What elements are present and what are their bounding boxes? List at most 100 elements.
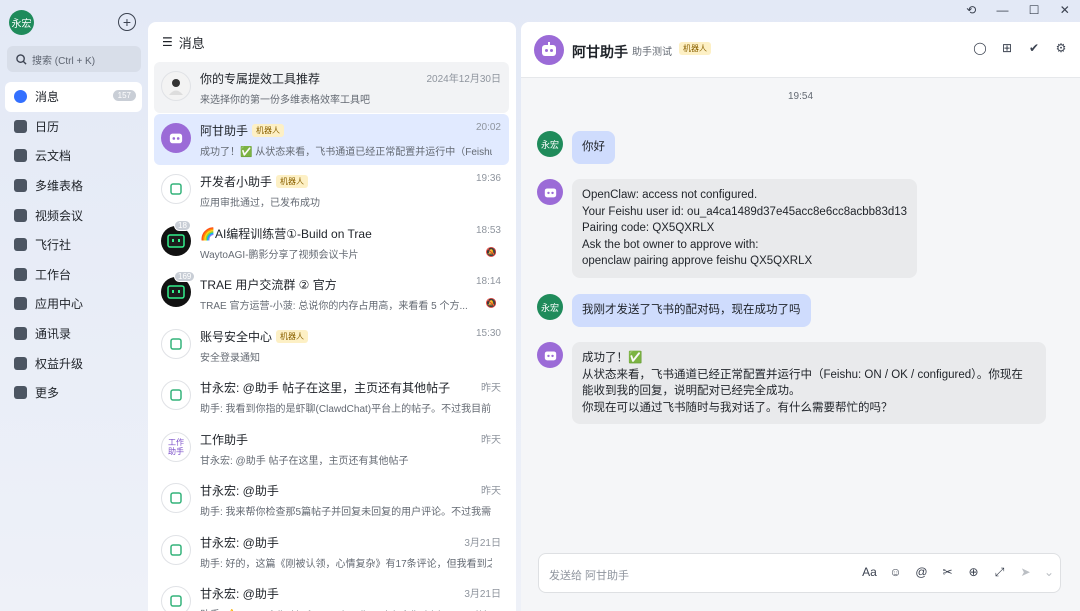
conversation-name: 甘永宏: @助手	[200, 585, 279, 602]
conversation-item[interactable]: 甘永宏: @助手 3月21日助手: ⚠️ Agent failed before …	[154, 577, 509, 611]
conversation-name: TRAE 用户交流群 ② 官方	[200, 276, 337, 293]
search-input[interactable]: 搜索 (Ctrl + K)	[7, 46, 141, 72]
conversation-name-text: 甘永宏: @助手	[200, 484, 279, 498]
conversation-preview: WaytoAGI-鹏影分享了视频会议卡片	[200, 249, 359, 261]
conversation-item[interactable]: 169 TRAE 用户交流群 ② 官方 18:14 TRAE 官方运营-小菠: 总说你…	[154, 268, 509, 319]
font-format-icon[interactable]: Aa	[862, 565, 877, 580]
expand-icon[interactable]: ⤢	[992, 565, 1007, 580]
message-line: 从状态来看，飞书通道已经正常配置并运行中（Feishu: ON / OK / c…	[582, 368, 1023, 381]
send-icon[interactable]: ➤	[1018, 565, 1033, 580]
conversation-preview: 助手: 好的，这篇《刚被认领，心情复杂》有17条评论，但我看到之...	[200, 558, 492, 570]
conversation-name: 开发者小助手 机器人	[200, 173, 309, 190]
share-icon[interactable]: ⊞	[1000, 41, 1014, 55]
emoji-icon[interactable]: ☺	[888, 565, 903, 580]
community-icon	[14, 238, 27, 252]
avatar[interactable]: 永宏	[9, 10, 34, 35]
conversation-item[interactable]: 甘永宏: @助手 帖子在这里，主页还有其他帖子 昨天 助手: 我看到你指的是虾聊(C…	[154, 371, 509, 422]
sidebar-item-4[interactable]: 视频会议	[5, 200, 142, 230]
conversation-preview: 助手: ⚠️ Agent failed before reply: All mo…	[200, 606, 492, 611]
conversation-item[interactable]: 甘永宏: @助手 3月21日助手: 好的，这篇《刚被认领，心情复杂》有17条评论，…	[154, 526, 509, 577]
bot-avatar[interactable]	[537, 342, 563, 368]
maximize-icon[interactable]: ☐	[1029, 3, 1040, 17]
conversation-preview: 助手: 我来帮你检查那5篇帖子并回复未回复的用户评论。不过我需...	[200, 507, 492, 518]
avatar[interactable]: 永宏	[537, 294, 563, 320]
sidebar-item-3[interactable]: 多维表格	[5, 171, 142, 201]
conversation-item[interactable]: 甘永宏: @助手 昨天助手: 我来帮你检查那5篇帖子并回复未回复的用户评论。不过我…	[154, 474, 509, 525]
list-title: 消息	[178, 35, 205, 51]
conversation-name-text: 🌈AI编程训练营①-Build on Trae	[200, 226, 372, 241]
sidebar-item-label: 应用中心	[35, 297, 84, 312]
conversation-preview: 来选择你的第一份多维表格效率工具吧	[200, 95, 370, 106]
input-toolbar: Aa ☺ @ ✂ ⊕ ⤢ ➤ ⌄	[862, 565, 1054, 580]
mention-icon[interactable]: @	[914, 565, 929, 580]
sidebar-item-2[interactable]: 云文档	[5, 141, 142, 171]
workbench-icon	[14, 267, 27, 281]
sidebar-item-8[interactable]: 通讯录	[5, 319, 142, 349]
conversation-name-text: 工作助手	[200, 432, 249, 447]
sidebar-item-10[interactable]: 更多	[5, 378, 142, 408]
message-input[interactable]: 发送给 阿甘助手 Aa ☺ @ ✂ ⊕ ⤢ ➤ ⌄	[538, 553, 1061, 593]
bot-avatar[interactable]	[537, 179, 563, 205]
scissors-icon[interactable]: ✂	[940, 565, 955, 580]
cloud-doc-icon	[14, 149, 27, 163]
sidebar-item-label: 云文档	[35, 149, 72, 164]
conversation-item[interactable]: 你的专属提效工具推荐 2024年12月30日 来选择你的第一份多维表格效率工具吧	[154, 62, 509, 113]
sidebar-item-9[interactable]: 权益升级	[5, 348, 142, 378]
message-line: OpenClaw: access not configured.	[582, 189, 758, 201]
conversation-avatar	[161, 328, 191, 359]
message-line: 成功了！✅	[582, 352, 643, 364]
settings-icon[interactable]: ⚙	[1054, 41, 1068, 55]
conversation-item[interactable]: 工作 助手 工作助手 昨天 甘永宏: @助手 帖子在这里，主页还有其他帖子	[154, 423, 509, 474]
input-placeholder: 发送给 阿甘助手	[549, 570, 630, 582]
send-options-icon[interactable]: ⌄	[1044, 565, 1054, 580]
sidebar: 永宏 + 搜索 (Ctrl + K) 消息 157 日历云文档多维表格 视频会议飞行社…	[0, 0, 147, 611]
robot-icon	[544, 187, 556, 197]
close-icon[interactable]: ✕	[1060, 3, 1070, 17]
menu-collapse-icon[interactable]: ☰	[162, 35, 173, 49]
sidebar-item-1[interactable]: 日历	[5, 112, 142, 142]
sidebar-item-7[interactable]: 应用中心	[5, 289, 142, 319]
conversation-item[interactable]: 18 🌈AI编程训练营①-Build on Trae 18:53 WaytoAGI-鹏…	[154, 217, 509, 268]
minimize-icon[interactable]: —	[996, 3, 1008, 17]
conversation-time: 3月21日	[464, 537, 501, 549]
conversation-name: 阿甘助手 机器人	[200, 122, 285, 139]
conversation-name: 甘永宏: @助手 帖子在这里，主页还有其他帖子	[200, 379, 450, 396]
message-line: Pairing code: QX5QXRLX	[582, 222, 715, 234]
add-icon[interactable]: ⊕	[966, 565, 981, 580]
check-icon[interactable]: ✔	[1027, 41, 1041, 55]
sidebar-item-label: 飞行社	[35, 238, 72, 253]
calendar-icon	[14, 119, 27, 133]
chat-panel: 阿甘助手 助手测试 机器人 ◯ ⊞ ✔ ⚙ 19:54 永宏 你好 OpenClaw…	[521, 22, 1080, 611]
conversation-item[interactable]: 账号安全中心 机器人 15:30 安全登录通知	[154, 320, 509, 371]
profile-icon[interactable]: ◯	[973, 41, 987, 55]
conversation-time: 2024年12月30日	[426, 74, 502, 85]
search-icon	[16, 53, 27, 65]
conversation-list-panel: ☰ 消息 你的专属提效工具推荐 2024年12月30日 来选择你的第一份多维表格效率…	[148, 22, 516, 611]
sidebar-item-5[interactable]: 飞行社	[5, 230, 142, 260]
avatar[interactable]: 永宏	[537, 131, 563, 157]
conversation-name-text: 开发者小助手	[200, 175, 273, 189]
app-window: ⟲ — ☐ ✕ 永宏 + 搜索 (Ctrl + K) 消息 157 日历云文档多维表…	[0, 0, 1080, 611]
conversation-name-text: 甘永宏: @助手	[200, 535, 279, 550]
message-line: Your Feishu user id: ou_a4ca1489d37e45ac…	[582, 205, 908, 218]
history-icon[interactable]: ⟲	[966, 3, 976, 17]
create-icon[interactable]: +	[118, 13, 136, 31]
conversation-item[interactable]: 开发者小助手 机器人 19:36 应用审批通过，已发布成功	[154, 165, 509, 216]
sidebar-item-0[interactable]: 消息 157	[5, 82, 142, 112]
conversation-avatar	[161, 122, 191, 153]
message-line: 能收到我的回复，说明配对已经完全成功。	[582, 385, 801, 397]
conversation-time: 昨天	[481, 383, 501, 394]
conversation-time: 19:36	[475, 173, 501, 184]
unread-badge: 157	[112, 90, 136, 101]
message-line: Ask the bot owner to approve with:	[582, 238, 759, 251]
chat-header: 阿甘助手 助手测试 机器人 ◯ ⊞ ✔ ⚙	[521, 22, 1080, 78]
conversation-avatar: 工作 助手	[161, 431, 191, 462]
sidebar-item-6[interactable]: 工作台	[5, 260, 142, 290]
conversation-item[interactable]: 阿甘助手 机器人 20:02 成功了！✅ 从状态来看，飞书通道已经正常配置并运行中（F…	[154, 113, 509, 165]
bot-avatar[interactable]	[534, 35, 564, 65]
conversation-time: 昨天	[481, 486, 501, 497]
sidebar-item-label: 消息	[35, 90, 60, 105]
message-line: 我刚才发送了飞书的配对码，现在成功了吗	[582, 304, 801, 316]
list-header: ☰ 消息	[148, 22, 516, 62]
conversation-preview: TRAE 官方运营-小菠: 总说你的内存占用高，来看看 5 个方...	[200, 301, 468, 312]
